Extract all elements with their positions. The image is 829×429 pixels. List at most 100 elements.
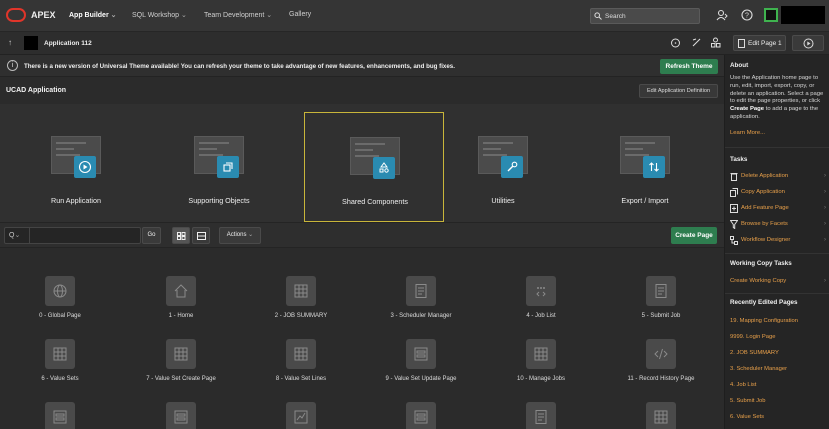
edit-application-definition-button[interactable]: Edit Application Definition [639,84,718,98]
page-name: 10 - Manage Jobs [516,376,566,382]
tile-label: Supporting Objects [188,196,250,205]
actions-menu-button[interactable]: Actions ⌄ [219,227,261,244]
recent-page-link[interactable]: 4. Job List [730,382,756,388]
page-name: 6 - Value Sets [41,376,79,382]
page-tile[interactable]: 15 - Incompatible [361,390,481,429]
supporting-objects-tile[interactable]: Supporting Objects [149,112,289,222]
page-title: UCAD Application [6,87,67,94]
run-application-tile[interactable]: Run Application [6,112,146,222]
help-icon[interactable]: ? [741,9,753,21]
tile-label: Utilities [491,196,515,205]
recent-page-link[interactable]: 19. Mapping Configuration [730,318,798,324]
user-avatar[interactable] [764,8,778,22]
page-icon [286,402,316,429]
page-tile[interactable]: 0 - Global Page [0,264,120,319]
page-tile[interactable]: 17 - Lookups [601,390,721,429]
oracle-logo-icon[interactable] [6,8,26,22]
shared-components-button[interactable] [707,35,724,51]
shapes-badge [373,157,395,179]
edit-page-label: Edit Page 1 [748,40,782,47]
page-tile[interactable]: 9 - Value Set Update Page [361,327,481,382]
comment-button[interactable] [667,35,684,51]
up-arrow-icon[interactable]: ↑ [8,38,12,47]
page-icon [526,276,556,306]
page-tile[interactable]: 13 - Edit Jobs [121,390,241,429]
about-text: Use the Application home page to run, ed… [730,75,824,120]
page-tile[interactable]: 2 - JOB SUMMARY [241,264,361,319]
global-search-input[interactable]: Search [590,8,700,24]
theme-update-notice: i There is a new version of Universal Th… [0,55,724,77]
page-tile[interactable]: 1 - Home [121,264,241,319]
share-button[interactable] [688,35,705,51]
application-header: UCAD Application Edit Application Defini… [0,78,724,104]
page-name: 9 - Value Set Update Page [385,376,457,382]
page-name: 2 - JOB SUMMARY [274,313,328,319]
grid-page-icon [534,347,548,361]
shared-components-tile[interactable]: Shared Components [304,112,444,222]
page-tile[interactable]: 16 - Take_Actions [481,390,601,429]
developer-user-icon[interactable] [716,9,728,21]
recent-page-link[interactable]: 3. Scheduler Manager [730,366,787,372]
run-page-button[interactable] [792,35,824,51]
nav-sql-workshop[interactable]: SQL Workshop ⌄ [132,11,187,19]
recent-page-link[interactable]: 5. Submit Job [730,398,765,404]
form-page-icon [53,410,67,424]
icon-view-button[interactable] [172,227,190,244]
page-tile[interactable]: 6 - Value Sets [0,327,120,382]
browse-by-facets-link[interactable]: Browse by Facets › [730,217,826,233]
page-name: 4 - Job List [526,313,556,319]
create-working-copy-link[interactable]: Create Working Copy › [730,274,826,290]
page-icon [166,276,196,306]
tile-label: Run Application [51,196,101,205]
recent-page-link[interactable]: 6. Value Sets [730,414,764,420]
nav-gallery[interactable]: Gallery [289,11,311,18]
apex-brand[interactable]: APEX [31,10,56,20]
page-tile[interactable]: 5 - Submit Job [601,264,721,319]
copy-application-link[interactable]: Copy Application › [730,185,826,201]
grid-page-icon [294,284,308,298]
page-icon [166,402,196,429]
page-tile[interactable]: 7 - Value Set Create Page [121,327,241,382]
page-search-input[interactable]: Q⌄ [4,227,141,244]
user-name-redacted[interactable] [781,6,825,24]
create-page-button[interactable]: Create Page [671,227,717,244]
page-icon [406,339,436,369]
code-page-icon [654,348,668,360]
top-navbar: APEX App Builder ⌄ SQL Workshop ⌄ Team D… [0,0,829,32]
edit-page-button[interactable]: Edit Page 1 [733,35,786,51]
workflow-designer-link[interactable]: Workflow Designer › [730,233,826,249]
utilities-tile[interactable]: Utilities [433,112,573,222]
play-badge [74,156,96,178]
grid-page-icon [294,347,308,361]
learn-more-link[interactable]: Learn More... [730,130,765,136]
view-logs-icon [294,410,308,424]
shapes-icon [711,37,721,48]
search-column-selector[interactable]: Q⌄ [9,231,20,239]
page-icon [45,339,75,369]
package-icon [223,162,233,172]
export-import-tile[interactable]: Export / Import [575,112,715,222]
refresh-theme-button[interactable]: Refresh Theme [660,59,718,74]
recent-page-link[interactable]: 9999. Login Page [730,334,775,340]
play-icon [78,160,92,174]
recent-page-link[interactable]: 2. JOB SUMMARY [730,350,779,356]
form-page-icon [414,347,428,361]
go-button[interactable]: Go [142,227,161,244]
grid-page-icon [654,410,668,424]
nav-app-builder[interactable]: App Builder ⌄ [69,11,117,19]
report-view-button[interactable] [192,227,210,244]
page-tile[interactable]: 11 - Record History Page [601,327,721,382]
page-tile[interactable]: 8 - Value Set Lines [241,327,361,382]
add-feature-page-link[interactable]: Add Feature Page › [730,201,826,217]
page-tile[interactable]: 14 - View Logs [241,390,361,429]
page-icon [526,339,556,369]
page-tile[interactable]: 4 - Job List [481,264,601,319]
page-tile[interactable]: 10 - Manage Jobs [481,327,601,382]
page-tile[interactable]: 12 - Create Job [0,390,120,429]
delete-application-link[interactable]: Delete Application › [730,169,826,185]
page-icon [646,402,676,429]
globe-icon [53,284,67,298]
nav-team-development[interactable]: Team Development ⌄ [204,11,272,19]
page-icon [646,276,676,306]
page-tile[interactable]: 3 - Scheduler Manager [361,264,481,319]
